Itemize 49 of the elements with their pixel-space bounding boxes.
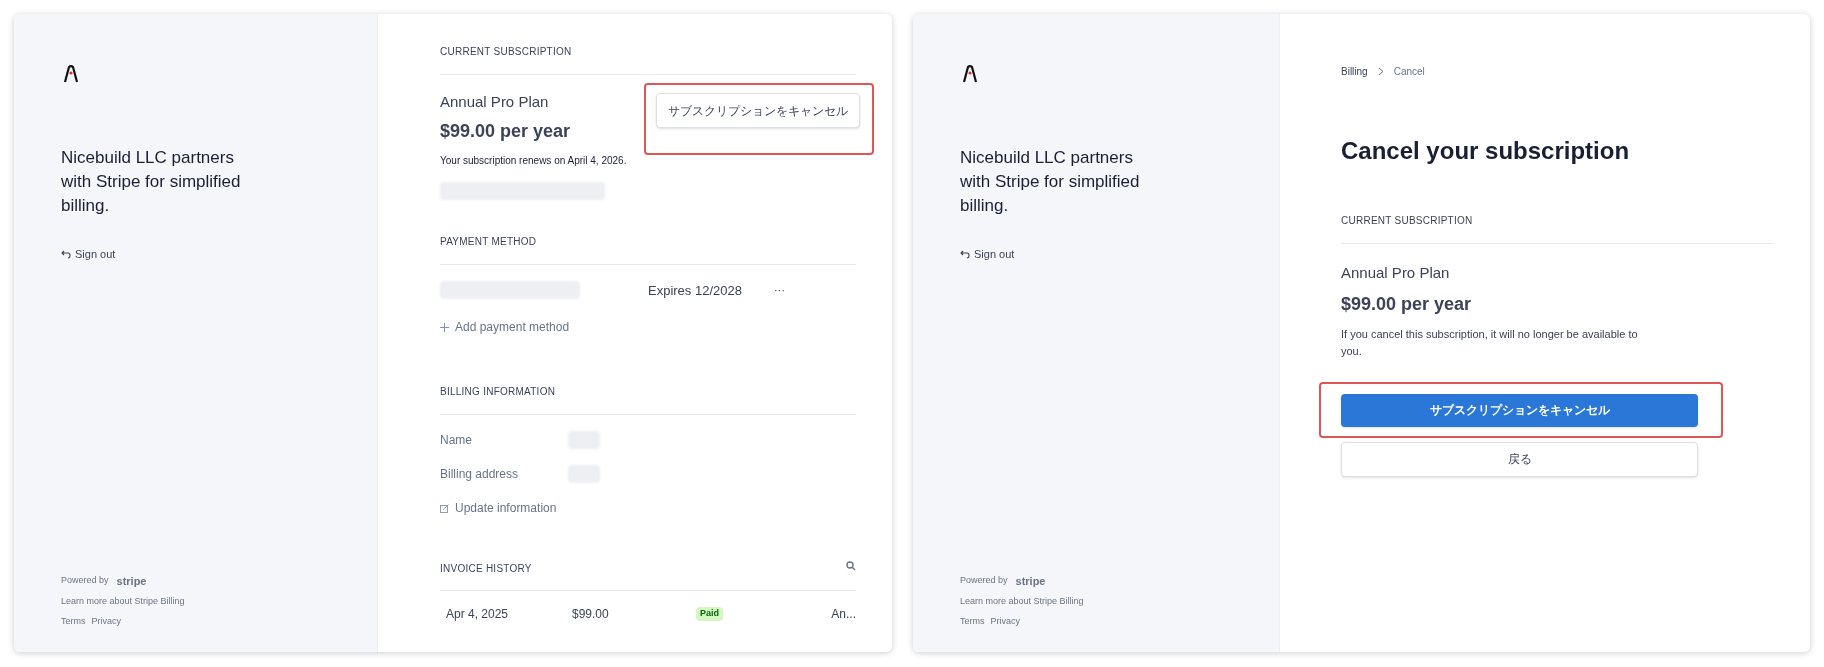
invoice-date: Apr 4, 2025 xyxy=(446,606,510,623)
status-badge: Paid xyxy=(696,607,723,621)
sign-out-link[interactable]: Sign out xyxy=(61,246,353,263)
tagline: Nicebuild LLC partners with Stripe for simplified billing. xyxy=(61,147,242,217)
section-heading: CURRENT SUBSCRIPTION xyxy=(1341,215,1473,226)
footer-link[interactable]: Privacy xyxy=(91,614,121,628)
sign-out-link[interactable]: Sign out xyxy=(960,246,1255,263)
section-heading: CURRENT SUBSCRIPTION xyxy=(440,46,572,57)
field-label: Billing address xyxy=(440,466,520,483)
add-payment-method-link[interactable]: Add payment method xyxy=(440,318,856,336)
learn-more-link[interactable]: Learn more about Stripe Billing xyxy=(61,595,353,609)
renewal-text: Your subscription renews on April 4, 2026. xyxy=(440,153,627,168)
tagline: Nicebuild LLC partners with Stripe for simplified billing. xyxy=(960,147,1141,217)
section-heading: INVOICE HISTORY xyxy=(440,562,532,576)
powered-by-text: Powered by xyxy=(61,574,109,587)
footer-link[interactable]: Terms xyxy=(960,614,985,628)
plan-price: $99.00 per year xyxy=(1341,292,1473,316)
brand-logo-text: stripe xyxy=(1015,573,1046,589)
footer-link[interactable]: Terms xyxy=(61,614,86,628)
powered-by-text: Powered by xyxy=(960,574,1008,587)
footer-link[interactable]: Privacy xyxy=(990,614,1020,628)
cancel-warning-text: If you cancel this subscription, it will no longer be available to you. xyxy=(1341,326,1639,359)
brand-logo-text: stripe xyxy=(116,573,147,589)
breadcrumb-link[interactable]: Cancel xyxy=(1393,64,1425,79)
confirm-cancel-button[interactable]: サブスクリプションをキャンセル xyxy=(1341,393,1698,427)
return-arrow-icon xyxy=(61,249,71,260)
return-arrow-icon xyxy=(960,249,970,260)
plan-price: $99.00 per year xyxy=(440,119,572,143)
card-expiry: Expires 12/2028 xyxy=(648,281,742,300)
learn-more-link[interactable]: Learn more about Stripe Billing xyxy=(960,595,1255,609)
section-heading: BILLING INFORMATION xyxy=(440,386,556,397)
page-title: Cancel your subscription xyxy=(1341,136,1631,166)
plan-name: Annual Pro Plan xyxy=(440,92,550,112)
invoice-description: An... xyxy=(831,606,856,623)
more-options-button[interactable]: ··· xyxy=(773,282,785,299)
search-icon[interactable] xyxy=(846,561,856,571)
edit-icon xyxy=(440,503,449,513)
back-button[interactable]: 戻る xyxy=(1341,441,1698,477)
logo-icon xyxy=(960,64,980,84)
section-heading: PAYMENT METHOD xyxy=(440,235,537,247)
invoice-amount: $99.00 xyxy=(572,606,610,623)
plan-name: Annual Pro Plan xyxy=(1341,263,1451,283)
plus-icon xyxy=(440,322,449,332)
field-label: Name xyxy=(440,432,473,449)
cancel-subscription-button[interactable]: サブスクリプションをキャンセル xyxy=(656,93,860,128)
logo-icon xyxy=(61,64,81,84)
chevron-right-icon xyxy=(1377,67,1384,76)
breadcrumb-link[interactable]: Billing xyxy=(1341,64,1368,79)
update-information-link[interactable]: Update information xyxy=(440,499,856,517)
